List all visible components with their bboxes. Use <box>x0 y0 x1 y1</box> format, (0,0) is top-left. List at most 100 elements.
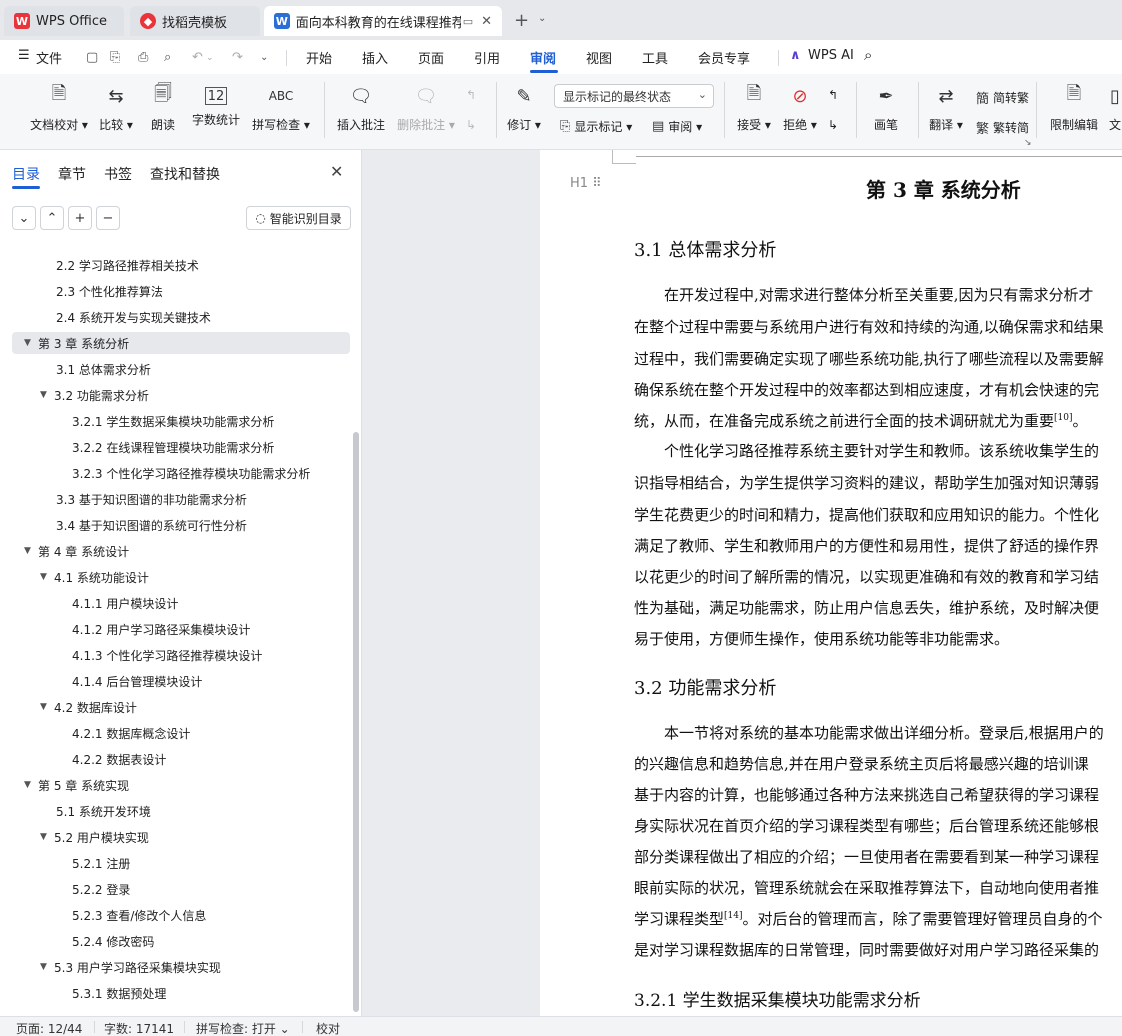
review-pane-button[interactable]: ▤ 审阅 ▾ <box>652 118 702 135</box>
toc-item[interactable]: ▼ 5.3 用户学习路径采集模块实现 <box>0 956 221 978</box>
menu-file[interactable]: 文件 <box>36 48 62 67</box>
tab-list-chevron-icon[interactable]: ⌄ <box>538 13 546 24</box>
delete-comment-button[interactable]: 🗨 删除批注 ▾ <box>396 82 456 133</box>
toc-item[interactable]: 2.3 个性化推荐算法 <box>0 280 163 302</box>
smart-toc-button[interactable]: ◌ 智能识别目录 <box>246 206 351 230</box>
add-heading-button[interactable]: + <box>68 206 92 230</box>
nav-tab-bookmarks[interactable]: 书签 <box>104 164 132 184</box>
search-icon[interactable]: ⌕ <box>864 46 872 64</box>
print-icon[interactable]: ⎙ <box>138 50 148 65</box>
menu-wps-ai[interactable]: WPS AI <box>808 48 854 63</box>
page-indicator[interactable]: 页面: 12/44 <box>16 1020 82 1036</box>
toc-item[interactable]: 3.2.2 在线课程管理模块功能需求分析 <box>0 436 274 458</box>
to-simplified-button[interactable]: 繁 繁转简 <box>976 118 1029 137</box>
prev-comment-icon[interactable]: ↰ <box>466 88 476 102</box>
revise-button[interactable]: ✎ 修订 ▾ <box>506 82 542 133</box>
toc-item[interactable]: ▼ 4.1 系统功能设计 <box>0 566 149 588</box>
tab-daoke-templates[interactable]: ◆ 找稻壳模板 <box>130 6 260 36</box>
ribbon-expand-icon[interactable]: ↘ <box>1024 138 1032 148</box>
expand-triangle-icon[interactable]: ▼ <box>24 546 38 556</box>
undo-dropdown-icon[interactable]: ⌄ <box>206 53 214 63</box>
expand-triangle-icon[interactable]: ▼ <box>40 962 54 972</box>
menu-references[interactable]: 引用 <box>474 48 500 67</box>
toc-item[interactable]: ▼ 第 5 章 系统实现 <box>0 774 129 796</box>
toc-item[interactable]: 5.2.1 注册 <box>0 852 130 874</box>
document-page[interactable]: H1 ⠿ 第 3 章 系统分析 3.1 总体需求分析 在开发过程中,对需求进行整… <box>540 150 1122 1016</box>
toc-item[interactable]: 4.1.3 个性化学习路径推荐模块设计 <box>0 644 262 666</box>
toc-item[interactable]: 2.4 系统开发与实现关键技术 <box>0 306 211 328</box>
toc-item[interactable]: ▼ 3.2 功能需求分析 <box>0 384 149 406</box>
remove-heading-button[interactable]: − <box>96 206 120 230</box>
nav-tab-toc[interactable]: 目录 <box>12 164 40 184</box>
toc-item[interactable]: 5.1 系统开发环境 <box>0 800 151 822</box>
toc-item[interactable]: ▼ 5.2 用户模块实现 <box>0 826 149 848</box>
menu-page[interactable]: 页面 <box>418 48 444 67</box>
reject-button[interactable]: ⊘ 拒绝 ▾ <box>780 82 820 133</box>
toc-item[interactable]: 4.1.4 后台管理模块设计 <box>0 670 202 692</box>
spell-check-button[interactable]: ABC 拼写检查 ▾ <box>250 82 312 133</box>
menu-insert[interactable]: 插入 <box>362 48 388 67</box>
redo-icon[interactable]: ↷ <box>232 50 243 65</box>
print-preview-icon[interactable]: ⌕ <box>164 50 171 65</box>
menu-tools[interactable]: 工具 <box>642 48 668 67</box>
quick-access-more-icon[interactable]: ⌄ <box>260 52 268 63</box>
toc-item[interactable]: 4.1.2 用户学习路径采集模块设计 <box>0 618 250 640</box>
pen-button[interactable]: ✒ 画笔 <box>868 82 904 133</box>
expand-triangle-icon[interactable]: ▼ <box>24 338 38 348</box>
toc-item[interactable]: 3.1 总体需求分析 <box>0 358 151 380</box>
toc-item[interactable]: ▼ 第 3 章 系统分析 <box>12 332 350 354</box>
toc-item[interactable]: 3.4 基于知识图谱的系统可行性分析 <box>0 514 247 536</box>
toc-item[interactable]: 3.2.3 个性化学习路径推荐模块功能需求分析 <box>0 462 310 484</box>
menu-review[interactable]: 审阅 <box>530 48 556 67</box>
heading-style-marker[interactable]: H1 ⠿ <box>570 176 602 191</box>
new-tab-plus-icon[interactable]: + <box>514 10 529 31</box>
expand-triangle-icon[interactable]: ▼ <box>40 702 54 712</box>
spell-check-status[interactable]: 拼写检查: 打开 ⌄ <box>196 1020 290 1036</box>
menu-home[interactable]: 开始 <box>306 48 332 67</box>
toc-item[interactable]: 2.2 学习路径推荐相关技术 <box>0 254 199 276</box>
toc-item[interactable]: 5.3.1 数据预处理 <box>0 982 166 1004</box>
save-icon[interactable]: ▢ <box>86 50 98 65</box>
word-count-button[interactable]: 12 字数统计 <box>190 82 242 128</box>
toc-item[interactable]: 3.3 基于知识图谱的非功能需求分析 <box>0 488 247 510</box>
nav-tab-find-replace[interactable]: 查找和替换 <box>150 164 220 184</box>
doc-check-button[interactable]: 🗎 文档校对 ▾ <box>28 82 90 133</box>
menu-member[interactable]: 会员专享 <box>698 48 750 67</box>
to-traditional-button[interactable]: 簡 简转繁 <box>976 88 1029 107</box>
nav-tab-chapters[interactable]: 章节 <box>58 164 86 184</box>
hamburger-icon[interactable]: ☰ <box>18 48 30 63</box>
expand-down-button[interactable]: ⌄ <box>12 206 36 230</box>
toc-item[interactable]: 5.2.4 修改密码 <box>0 930 154 952</box>
expand-triangle-icon[interactable]: ▼ <box>24 780 38 790</box>
expand-triangle-icon[interactable]: ▼ <box>40 832 54 842</box>
toc-item[interactable]: 5.2.2 登录 <box>0 878 130 900</box>
close-pane-icon[interactable]: ✕ <box>330 162 343 181</box>
toc-item[interactable]: ▼ 第 4 章 系统设计 <box>0 540 129 562</box>
close-tab-icon[interactable]: ✕ <box>481 14 492 29</box>
next-comment-icon[interactable]: ↳ <box>466 118 476 132</box>
toc-item[interactable]: 4.2.2 数据表设计 <box>0 748 166 770</box>
accept-button[interactable]: 🗎 接受 ▾ <box>734 82 774 133</box>
prev-change-icon[interactable]: ↰ <box>828 88 838 102</box>
toc-item[interactable]: 4.1.1 用户模块设计 <box>0 592 178 614</box>
tab-current-document[interactable]: W 面向本科教育的在线课程推荐 ▭ ✕ <box>264 6 502 36</box>
toc-item[interactable]: ▼ 4.2 数据库设计 <box>0 696 137 718</box>
proofread-status[interactable]: 校对 <box>316 1020 340 1036</box>
translate-button[interactable]: ⇄ 翻译 ▾ <box>926 82 966 133</box>
undo-icon[interactable]: ↶ <box>192 50 203 65</box>
toc-item[interactable]: 3.2.1 学生数据采集模块功能需求分析 <box>0 410 274 432</box>
export-icon[interactable]: ⎘ <box>110 50 120 65</box>
toc-item[interactable]: 4.2.1 数据库概念设计 <box>0 722 190 744</box>
next-change-icon[interactable]: ↳ <box>828 118 838 132</box>
nav-scrollbar[interactable] <box>353 432 359 1012</box>
compare-button[interactable]: ⇆ 比较 ▾ <box>96 82 136 133</box>
text-button-cut[interactable]: ▯ 文 <box>1108 82 1122 133</box>
collapse-up-button[interactable]: ⌃ <box>40 206 64 230</box>
expand-triangle-icon[interactable]: ▼ <box>40 572 54 582</box>
word-count-indicator[interactable]: 字数: 17141 <box>104 1020 174 1036</box>
menu-view[interactable]: 视图 <box>586 48 612 67</box>
show-markup-button[interactable]: ⎘ 显示标记 ▾ <box>560 118 632 135</box>
tab-wps-office[interactable]: W WPS Office <box>4 6 124 36</box>
read-aloud-button[interactable]: 🗐 朗读 <box>146 82 180 133</box>
expand-triangle-icon[interactable]: ▼ <box>40 390 54 400</box>
